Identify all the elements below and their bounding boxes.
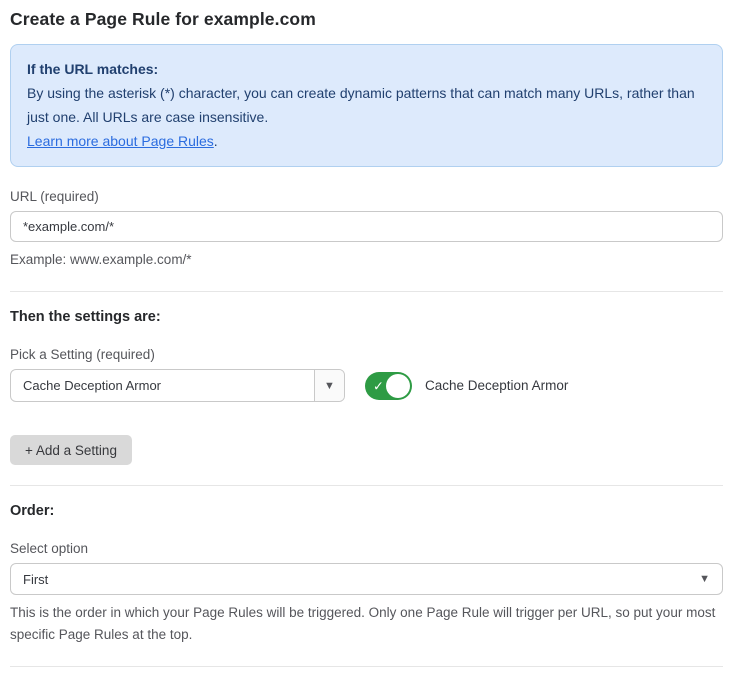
order-dropdown-value: First xyxy=(23,572,699,587)
order-select-label: Select option xyxy=(10,541,723,556)
setting-row: Cache Deception Armor ▼ ✓ Cache Deceptio… xyxy=(10,369,723,402)
order-section-heading: Order: xyxy=(10,503,723,519)
setting-dropdown-value: Cache Deception Armor xyxy=(11,370,314,401)
learn-more-link[interactable]: Learn more about Page Rules xyxy=(27,133,214,149)
url-example-text: Example: www.example.com/* xyxy=(10,249,723,271)
check-icon: ✓ xyxy=(373,379,384,392)
toggle-knob xyxy=(386,374,410,398)
setting-dropdown-arrow-button[interactable]: ▼ xyxy=(314,370,344,401)
setting-toggle-label: Cache Deception Armor xyxy=(425,378,568,393)
divider xyxy=(10,666,723,667)
page-rule-form: Create a Page Rule for example.com If th… xyxy=(10,0,723,679)
info-box-link-line: Learn more about Page Rules. xyxy=(27,129,706,153)
setting-toggle[interactable]: ✓ xyxy=(365,372,412,400)
info-box-body: By using the asterisk (*) character, you… xyxy=(27,81,706,129)
divider xyxy=(10,485,723,486)
settings-section-heading: Then the settings are: xyxy=(10,309,723,325)
order-help-text: This is the order in which your Page Rul… xyxy=(10,602,723,646)
order-dropdown[interactable]: First ▼ xyxy=(10,563,723,595)
page-title: Create a Page Rule for example.com xyxy=(10,9,723,30)
url-field-label: URL (required) xyxy=(10,189,723,204)
url-input[interactable] xyxy=(10,211,723,242)
setting-dropdown[interactable]: Cache Deception Armor ▼ xyxy=(10,369,345,402)
link-period: . xyxy=(214,133,218,149)
pick-setting-label: Pick a Setting (required) xyxy=(10,347,723,362)
chevron-down-icon: ▼ xyxy=(699,573,710,585)
info-box-heading: If the URL matches: xyxy=(27,57,706,81)
chevron-down-icon: ▼ xyxy=(324,380,335,392)
url-match-info-box: If the URL matches: By using the asteris… xyxy=(10,44,723,167)
add-setting-button[interactable]: + Add a Setting xyxy=(10,435,132,465)
divider xyxy=(10,291,723,292)
